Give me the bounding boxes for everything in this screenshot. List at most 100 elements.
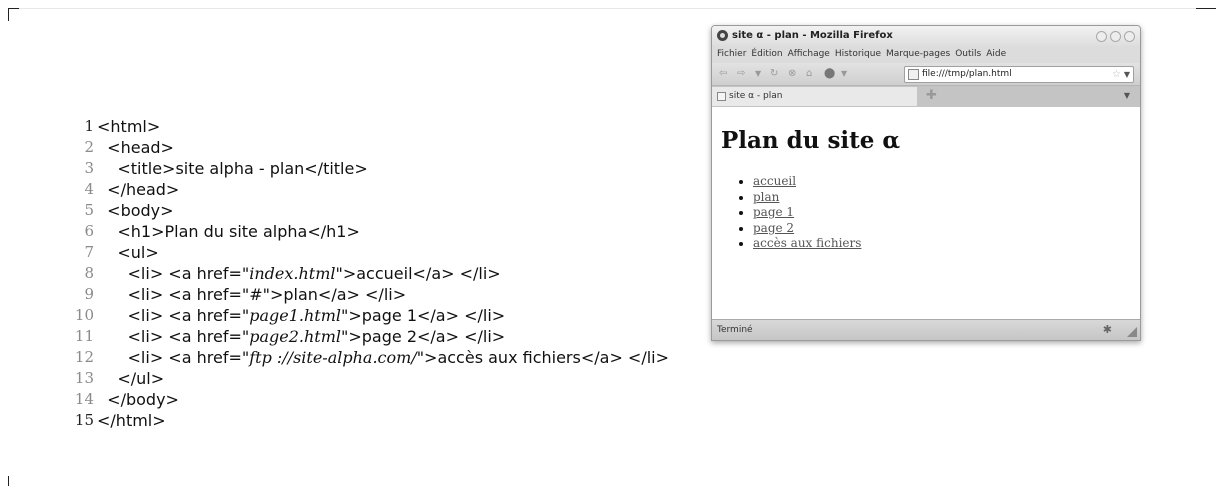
line-number: 11 [74,327,94,345]
close-button[interactable] [1124,31,1135,42]
line-number: 10 [74,306,94,324]
window-controls [1093,30,1135,50]
stop-icon[interactable]: ⊗ [788,69,796,79]
crop-mark-bottom-left [8,476,9,486]
tab-active[interactable]: site α - plan [712,87,917,106]
code-fragment: </body> [97,390,179,409]
page-icon [717,92,726,101]
code-text: <title>site alpha - plan</title> [97,158,368,179]
bookmark-star-icon[interactable]: ☆ [1112,67,1121,82]
menu-marque-pages[interactable]: Marque-pages [886,49,950,59]
code-text: <body> [97,200,174,221]
code-fragment: <ul> [97,243,159,262]
link-page-1[interactable]: page 1 [753,205,794,219]
code-text: </html> [97,410,166,431]
code-fragment: </ul> [97,369,165,388]
code-text: <li> <a href="page1.html">page 1</a> </l… [97,305,506,326]
history-dropdown-icon[interactable]: ▼ [755,69,761,79]
link-acces-fichiers[interactable]: accès aux fichiers [753,236,861,250]
code-fragment: <body> [97,201,174,220]
maximize-button[interactable] [1110,31,1121,42]
crop-mark-top-right [1196,8,1216,9]
line-number: 5 [84,201,94,219]
forward-arrow-icon[interactable]: ⇨ [737,69,745,79]
code-text: <li> <a href="ftp ://site-alpha.com/">ac… [97,347,670,368]
window-title: site α - plan - Mozilla Firefox [732,30,893,41]
code-fragment: ">accès aux fichiers</a> </li> [416,348,670,367]
adblock-icon[interactable]: ⬤ [824,69,835,79]
href-value: index.html [249,264,336,283]
reload-icon[interactable]: ↻ [770,69,778,79]
line-number: 13 [74,369,94,387]
code-text: </head> [97,179,179,200]
list-item: plan [753,190,861,206]
code-text: </ul> [97,368,164,389]
page-heading: Plan du site α [721,127,901,154]
line-number: 8 [84,264,94,282]
list-item: accès aux fichiers [753,236,861,252]
menu-fichier[interactable]: Fichier [717,49,746,59]
list-item: page 1 [753,205,861,221]
addon-puzzle-icon[interactable]: ✱ [1103,320,1112,340]
code-text: <li> <a href="index.html">accueil</a> </… [97,263,501,284]
link-accueil[interactable]: accueil [753,174,796,188]
code-fragment: <title>site alpha - plan</title> [97,159,368,178]
firefox-window: site α - plan - Mozilla Firefox Fichier É… [711,25,1141,341]
page-top-rule [8,8,1216,9]
line-number: 12 [74,348,94,366]
code-fragment: <li> <a href=" [97,348,250,367]
code-fragment: <head> [97,138,174,157]
status-text: Terminé [717,325,753,335]
resize-grip-icon[interactable] [1127,327,1137,337]
href-value: page2.html [249,327,341,346]
url-dropdown-icon[interactable]: ▼ [1124,67,1130,82]
code-fragment: </html> [97,411,166,430]
line-number: 2 [84,138,94,156]
line-number: 15 [74,411,94,429]
link-list: accueil plan page 1 page 2 accès aux fic… [737,174,861,252]
code-text: <li> <a href="page2.html">page 2</a> </l… [97,326,506,347]
code-fragment: <li> <a href=" [97,306,250,325]
minimize-button[interactable] [1096,31,1107,42]
line-number: 9 [84,285,94,303]
line-number: 3 [84,159,94,177]
url-text: file:///tmp/plan.html [922,69,1012,79]
code-text: <head> [97,137,174,158]
menu-historique[interactable]: Historique [835,49,881,59]
window-titlebar[interactable]: site α - plan - Mozilla Firefox [712,26,1140,46]
site-identity-icon[interactable] [908,69,919,80]
code-text: <html> [97,116,160,137]
menu-outils[interactable]: Outils [955,49,981,59]
crop-mark-top-left [8,8,19,9]
code-fragment: ">page 1</a> </li> [341,306,506,325]
link-page-2[interactable]: page 2 [753,221,794,235]
menu-aide[interactable]: Aide [986,49,1006,59]
list-item: page 2 [753,221,861,237]
tab-list-icon[interactable]: ▼ [1124,91,1130,100]
home-icon[interactable]: ⌂ [806,69,812,79]
menu-affichage[interactable]: Affichage [788,49,830,59]
code-fragment: <li> <a href=" [97,327,250,346]
addon-dropdown-icon[interactable]: ▼ [841,69,847,79]
menu-bar: Fichier Édition Affichage Historique Marque-… [712,46,1140,63]
status-bar: Terminé ✱ [712,319,1140,340]
code-fragment: <html> [97,117,161,136]
code-fragment: <li> <a href="#">plan</a> </li> [97,285,407,304]
menu-edition[interactable]: Édition [751,49,782,59]
code-text: <h1>Plan du site alpha</h1> [97,221,360,242]
new-tab-icon[interactable]: ✚ [926,89,937,102]
navigation-toolbar: ⇦ ⇨ ▼ ↻ ⊗ ⌂ ⬤ ▼ file:///tmp/plan.html ☆ … [712,63,1140,85]
href-value: page1.html [249,306,341,325]
code-fragment: ">page 2</a> </li> [341,327,506,346]
line-number: 7 [84,243,94,261]
code-text: </body> [97,389,179,410]
list-item: accueil [753,174,861,190]
url-bar[interactable]: file:///tmp/plan.html ☆ ▼ [904,66,1134,83]
link-plan[interactable]: plan [753,190,779,204]
line-number: 1 [84,117,94,135]
firefox-logo-icon [717,30,728,41]
tab-label: site α - plan [729,91,783,101]
line-number: 4 [84,180,94,198]
back-arrow-icon[interactable]: ⇦ [719,69,727,79]
page-content: Plan du site α accueil plan page 1 page … [712,108,1140,320]
